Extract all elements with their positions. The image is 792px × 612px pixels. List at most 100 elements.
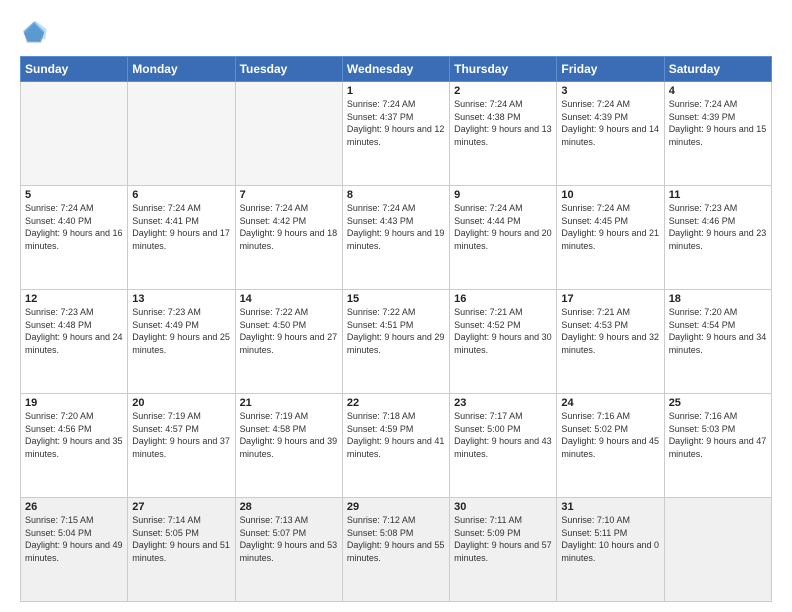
day-info: Sunrise: 7:14 AM Sunset: 5:05 PM Dayligh… (132, 514, 230, 564)
calendar-cell (128, 82, 235, 186)
day-info: Sunrise: 7:13 AM Sunset: 5:07 PM Dayligh… (240, 514, 338, 564)
day-number: 25 (669, 397, 767, 409)
day-info: Sunrise: 7:19 AM Sunset: 4:57 PM Dayligh… (132, 410, 230, 460)
day-number: 18 (669, 293, 767, 305)
weekday-header-sunday: Sunday (21, 57, 128, 82)
logo (20, 18, 52, 46)
day-info: Sunrise: 7:20 AM Sunset: 4:54 PM Dayligh… (669, 306, 767, 356)
day-info: Sunrise: 7:24 AM Sunset: 4:37 PM Dayligh… (347, 98, 445, 148)
calendar-cell: 10Sunrise: 7:24 AM Sunset: 4:45 PM Dayli… (557, 186, 664, 290)
calendar-cell: 28Sunrise: 7:13 AM Sunset: 5:07 PM Dayli… (235, 498, 342, 602)
day-info: Sunrise: 7:24 AM Sunset: 4:45 PM Dayligh… (561, 202, 659, 252)
header (20, 18, 772, 46)
day-number: 5 (25, 189, 123, 201)
calendar-cell: 20Sunrise: 7:19 AM Sunset: 4:57 PM Dayli… (128, 394, 235, 498)
calendar-cell: 18Sunrise: 7:20 AM Sunset: 4:54 PM Dayli… (664, 290, 771, 394)
day-number: 17 (561, 293, 659, 305)
day-number: 24 (561, 397, 659, 409)
calendar: SundayMondayTuesdayWednesdayThursdayFrid… (20, 56, 772, 602)
day-info: Sunrise: 7:24 AM Sunset: 4:41 PM Dayligh… (132, 202, 230, 252)
day-info: Sunrise: 7:23 AM Sunset: 4:49 PM Dayligh… (132, 306, 230, 356)
calendar-cell: 23Sunrise: 7:17 AM Sunset: 5:00 PM Dayli… (450, 394, 557, 498)
weekday-header-wednesday: Wednesday (342, 57, 449, 82)
day-info: Sunrise: 7:23 AM Sunset: 4:46 PM Dayligh… (669, 202, 767, 252)
page: SundayMondayTuesdayWednesdayThursdayFrid… (0, 0, 792, 612)
day-info: Sunrise: 7:24 AM Sunset: 4:44 PM Dayligh… (454, 202, 552, 252)
day-info: Sunrise: 7:19 AM Sunset: 4:58 PM Dayligh… (240, 410, 338, 460)
day-number: 19 (25, 397, 123, 409)
calendar-cell (21, 82, 128, 186)
calendar-cell (235, 82, 342, 186)
day-number: 9 (454, 189, 552, 201)
calendar-cell: 17Sunrise: 7:21 AM Sunset: 4:53 PM Dayli… (557, 290, 664, 394)
day-info: Sunrise: 7:21 AM Sunset: 4:53 PM Dayligh… (561, 306, 659, 356)
calendar-cell: 24Sunrise: 7:16 AM Sunset: 5:02 PM Dayli… (557, 394, 664, 498)
day-number: 26 (25, 501, 123, 513)
day-info: Sunrise: 7:24 AM Sunset: 4:39 PM Dayligh… (561, 98, 659, 148)
day-number: 14 (240, 293, 338, 305)
weekday-header-friday: Friday (557, 57, 664, 82)
calendar-cell: 29Sunrise: 7:12 AM Sunset: 5:08 PM Dayli… (342, 498, 449, 602)
calendar-cell: 11Sunrise: 7:23 AM Sunset: 4:46 PM Dayli… (664, 186, 771, 290)
day-number: 11 (669, 189, 767, 201)
day-info: Sunrise: 7:24 AM Sunset: 4:39 PM Dayligh… (669, 98, 767, 148)
day-number: 10 (561, 189, 659, 201)
calendar-week-row: 5Sunrise: 7:24 AM Sunset: 4:40 PM Daylig… (21, 186, 772, 290)
calendar-cell: 30Sunrise: 7:11 AM Sunset: 5:09 PM Dayli… (450, 498, 557, 602)
calendar-cell (664, 498, 771, 602)
weekday-header-thursday: Thursday (450, 57, 557, 82)
day-number: 21 (240, 397, 338, 409)
day-number: 23 (454, 397, 552, 409)
day-number: 1 (347, 85, 445, 97)
calendar-cell: 25Sunrise: 7:16 AM Sunset: 5:03 PM Dayli… (664, 394, 771, 498)
day-number: 31 (561, 501, 659, 513)
day-info: Sunrise: 7:21 AM Sunset: 4:52 PM Dayligh… (454, 306, 552, 356)
calendar-week-row: 19Sunrise: 7:20 AM Sunset: 4:56 PM Dayli… (21, 394, 772, 498)
day-number: 2 (454, 85, 552, 97)
day-number: 27 (132, 501, 230, 513)
day-info: Sunrise: 7:24 AM Sunset: 4:38 PM Dayligh… (454, 98, 552, 148)
day-number: 4 (669, 85, 767, 97)
calendar-cell: 15Sunrise: 7:22 AM Sunset: 4:51 PM Dayli… (342, 290, 449, 394)
day-number: 16 (454, 293, 552, 305)
calendar-week-row: 1Sunrise: 7:24 AM Sunset: 4:37 PM Daylig… (21, 82, 772, 186)
calendar-cell: 4Sunrise: 7:24 AM Sunset: 4:39 PM Daylig… (664, 82, 771, 186)
calendar-cell: 7Sunrise: 7:24 AM Sunset: 4:42 PM Daylig… (235, 186, 342, 290)
day-info: Sunrise: 7:18 AM Sunset: 4:59 PM Dayligh… (347, 410, 445, 460)
logo-icon (20, 18, 48, 46)
day-number: 7 (240, 189, 338, 201)
calendar-cell: 3Sunrise: 7:24 AM Sunset: 4:39 PM Daylig… (557, 82, 664, 186)
weekday-header-tuesday: Tuesday (235, 57, 342, 82)
calendar-cell: 5Sunrise: 7:24 AM Sunset: 4:40 PM Daylig… (21, 186, 128, 290)
calendar-week-row: 26Sunrise: 7:15 AM Sunset: 5:04 PM Dayli… (21, 498, 772, 602)
day-number: 3 (561, 85, 659, 97)
day-info: Sunrise: 7:22 AM Sunset: 4:50 PM Dayligh… (240, 306, 338, 356)
day-number: 13 (132, 293, 230, 305)
day-number: 15 (347, 293, 445, 305)
calendar-cell: 12Sunrise: 7:23 AM Sunset: 4:48 PM Dayli… (21, 290, 128, 394)
weekday-header-row: SundayMondayTuesdayWednesdayThursdayFrid… (21, 57, 772, 82)
day-number: 8 (347, 189, 445, 201)
weekday-header-saturday: Saturday (664, 57, 771, 82)
calendar-week-row: 12Sunrise: 7:23 AM Sunset: 4:48 PM Dayli… (21, 290, 772, 394)
day-number: 22 (347, 397, 445, 409)
day-info: Sunrise: 7:10 AM Sunset: 5:11 PM Dayligh… (561, 514, 659, 564)
calendar-cell: 6Sunrise: 7:24 AM Sunset: 4:41 PM Daylig… (128, 186, 235, 290)
day-number: 29 (347, 501, 445, 513)
calendar-cell: 27Sunrise: 7:14 AM Sunset: 5:05 PM Dayli… (128, 498, 235, 602)
calendar-cell: 2Sunrise: 7:24 AM Sunset: 4:38 PM Daylig… (450, 82, 557, 186)
calendar-cell: 26Sunrise: 7:15 AM Sunset: 5:04 PM Dayli… (21, 498, 128, 602)
calendar-cell: 14Sunrise: 7:22 AM Sunset: 4:50 PM Dayli… (235, 290, 342, 394)
day-info: Sunrise: 7:23 AM Sunset: 4:48 PM Dayligh… (25, 306, 123, 356)
day-info: Sunrise: 7:24 AM Sunset: 4:43 PM Dayligh… (347, 202, 445, 252)
day-number: 12 (25, 293, 123, 305)
calendar-cell: 1Sunrise: 7:24 AM Sunset: 4:37 PM Daylig… (342, 82, 449, 186)
weekday-header-monday: Monday (128, 57, 235, 82)
calendar-cell: 22Sunrise: 7:18 AM Sunset: 4:59 PM Dayli… (342, 394, 449, 498)
day-info: Sunrise: 7:16 AM Sunset: 5:02 PM Dayligh… (561, 410, 659, 460)
day-info: Sunrise: 7:24 AM Sunset: 4:40 PM Dayligh… (25, 202, 123, 252)
calendar-cell: 9Sunrise: 7:24 AM Sunset: 4:44 PM Daylig… (450, 186, 557, 290)
day-info: Sunrise: 7:24 AM Sunset: 4:42 PM Dayligh… (240, 202, 338, 252)
day-info: Sunrise: 7:12 AM Sunset: 5:08 PM Dayligh… (347, 514, 445, 564)
day-number: 28 (240, 501, 338, 513)
